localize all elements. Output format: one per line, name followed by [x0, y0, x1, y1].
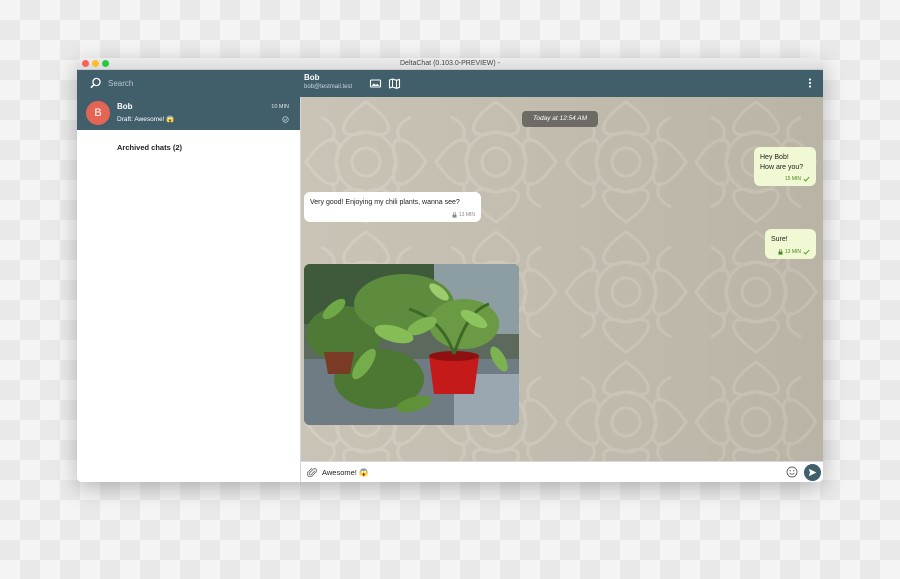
send-icon [808, 468, 817, 477]
lock-icon [452, 212, 457, 218]
top-bar: Bob bob@testmail.test [77, 70, 823, 97]
chat-list-item-name: Bob [117, 102, 133, 111]
search-input[interactable] [108, 75, 288, 91]
search-icon[interactable] [89, 76, 103, 90]
outgoing-message[interactable]: Hey Bob! How are you? 15 MIN [754, 147, 816, 186]
image-message[interactable] [304, 264, 519, 425]
check-icon [803, 249, 810, 255]
chat-list-item-time: 10 MIN [271, 104, 289, 110]
message-time: 13 MIN [784, 249, 801, 255]
outgoing-message[interactable]: Sure! 13 MIN [765, 229, 816, 259]
incoming-message[interactable]: Very good! Enjoying my chili plants, wan… [304, 192, 481, 222]
date-separator: Today at 12:54 AM [522, 111, 598, 127]
avatar: B [86, 101, 110, 125]
paperclip-icon[interactable] [307, 467, 318, 478]
chat-list-item-bob[interactable]: B Bob Draft: Awesome! 😱 10 MIN [77, 97, 300, 130]
chat-list-sidebar: B Bob Draft: Awesome! 😱 10 MIN Archived … [77, 97, 301, 482]
message-meta: 15 MIN [785, 176, 810, 182]
draft-status-icon [282, 116, 289, 123]
message-list: Today at 12:54 AM Hey Bob! How are you? … [301, 97, 823, 461]
chat-contact-name[interactable]: Bob [304, 73, 320, 82]
send-button[interactable] [804, 464, 821, 481]
chili-plants-photo [304, 264, 519, 425]
message-meta: 13 MIN [452, 212, 475, 218]
app-window: DeltaChat (0.103.0-PREVIEW) - Bob bob@te… [77, 58, 823, 482]
message-text: Sure! [771, 236, 788, 243]
message-text-line: How are you? [760, 164, 804, 171]
chat-contact-email: bob@testmail.test [304, 84, 353, 90]
message-input[interactable] [322, 465, 762, 479]
chat-list-item-draft: Draft: Awesome! 😱 [117, 116, 175, 123]
title-bar: DeltaChat (0.103.0-PREVIEW) - [77, 58, 823, 70]
message-composer [301, 461, 823, 482]
emoji-icon[interactable] [786, 466, 798, 478]
kebab-menu-icon[interactable] [803, 76, 817, 90]
message-time: 15 MIN [784, 176, 801, 182]
window-title: DeltaChat (0.103.0-PREVIEW) - [400, 60, 500, 67]
message-time: 13 MIN [458, 212, 475, 218]
gallery-icon[interactable] [369, 77, 382, 90]
message-text: Very good! Enjoying my chili plants, wan… [310, 199, 460, 206]
message-text-line: Hey Bob! [760, 154, 789, 161]
lock-icon [778, 249, 783, 255]
archived-chats-link[interactable]: Archived chats (2) [117, 143, 182, 152]
map-icon[interactable] [388, 77, 401, 90]
message-meta: 13 MIN [778, 249, 810, 255]
check-icon [803, 176, 810, 182]
